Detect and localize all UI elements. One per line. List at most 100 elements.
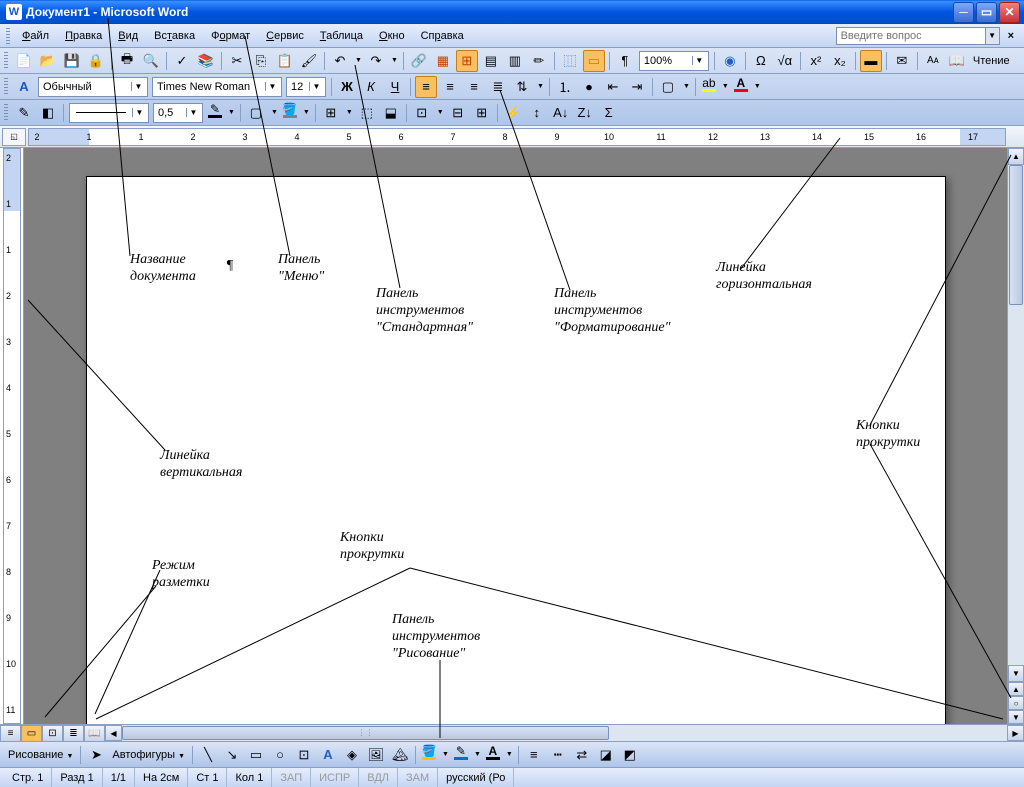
justify-icon[interactable]: ≣ [487,76,509,98]
horizontal-ruler[interactable]: 211234567891011121314151617 [28,128,1006,146]
highlight-dropdown[interactable]: ▼ [720,83,731,90]
superscript-icon[interactable]: x² [805,50,827,72]
fontcolor-dropdown[interactable]: ▼ [752,83,763,90]
diagram-icon[interactable]: ◈ [341,744,363,766]
linespacing-dropdown[interactable]: ▼ [535,83,546,90]
toolbar-grip[interactable] [6,28,10,44]
permission-icon[interactable]: 🔒 [85,50,107,72]
fillcolor-dropdown[interactable]: ▼ [440,751,451,758]
web-layout-button[interactable]: ⊡ [42,725,63,742]
close-button[interactable]: ✕ [999,2,1020,23]
envelope-icon[interactable]: ✉ [891,50,913,72]
italic-icon[interactable]: К [360,76,382,98]
dash-style-icon[interactable]: ┅ [547,744,569,766]
shading-dropdown[interactable]: ▼ [301,109,312,116]
wordart-icon[interactable]: A [317,744,339,766]
scroll-down-button[interactable]: ▼ [1008,665,1024,682]
next-page-button[interactable]: ▼ [1008,710,1024,724]
menu-сервис[interactable]: Сервис [258,27,312,45]
zoom-combo[interactable]: 100%▼ [639,51,709,71]
align-center-icon[interactable]: ≡ [439,76,461,98]
columns-icon[interactable]: ▥ [504,50,526,72]
print-icon[interactable]: 🖶 [116,50,138,72]
spelling-icon[interactable]: ✓ [171,50,193,72]
font-color2-icon[interactable]: A [484,745,502,765]
tables-borders-icon[interactable]: ▦ [432,50,454,72]
sort-desc-icon[interactable]: Z↓ [574,102,596,124]
h-scroll-track[interactable]: ⋮⋮ [122,725,1007,741]
split-cells-icon[interactable]: ⬓ [380,102,402,124]
bold-icon[interactable]: Ж [336,76,358,98]
menu-правка[interactable]: Правка [57,27,110,45]
undo-icon[interactable]: ↶ [329,50,351,72]
font-combo[interactable]: Times New Roman▼ [152,77,282,97]
decrease-indent-icon[interactable]: ⇤ [602,76,624,98]
shadow-icon[interactable]: ◪ [595,744,617,766]
scroll-left-button[interactable]: ◀ [105,725,122,741]
reading-button[interactable]: Чтение [969,55,1014,67]
close-help-button[interactable]: × [1004,30,1018,42]
minimize-button[interactable]: ─ [953,2,974,23]
menu-файл[interactable]: Файл [14,27,57,45]
eraser-icon[interactable]: ◧ [37,102,59,124]
cut-icon[interactable]: ✂ [226,50,248,72]
equation-icon[interactable]: √α [774,50,796,72]
outside-border-icon[interactable]: ▢ [245,102,267,124]
subscript-icon[interactable]: x₂ [829,50,851,72]
clipart-icon[interactable]: 🖼 [365,744,387,766]
print-layout-button[interactable]: ▭ [21,725,42,742]
show-formatting-icon[interactable]: ▭ [583,50,605,72]
scroll-thumb[interactable] [1009,165,1023,305]
research-icon[interactable]: 📚 [195,50,217,72]
styles-pane-icon[interactable]: A [13,76,35,98]
document-page[interactable] [86,176,946,724]
small-caps-icon[interactable]: Aᴀ [922,50,944,72]
picture-icon[interactable]: 🏔 [389,744,411,766]
insert-table-icon[interactable]: ⊞ [456,50,478,72]
rectangle-icon[interactable]: ▭ [245,744,267,766]
line-weight-combo[interactable]: 0,5▼ [153,103,203,123]
menu-таблица[interactable]: Таблица [312,27,371,45]
menu-справка[interactable]: Справка [413,27,472,45]
distribute-cols-icon[interactable]: ⊞ [471,102,493,124]
normal-view-button[interactable]: ≡ [0,725,21,742]
arrow-icon[interactable]: ↘ [221,744,243,766]
drawing-menu[interactable]: Рисование ▼ [4,747,77,763]
line-icon[interactable]: ╲ [197,744,219,766]
help-search-input[interactable] [836,27,986,45]
outline-view-button[interactable]: ≣ [63,725,84,742]
redo-icon[interactable]: ↷ [365,50,387,72]
bullets-icon[interactable]: ⦁ [578,76,600,98]
textbox-icon[interactable]: ⊡ [293,744,315,766]
autoformat-icon[interactable]: ⚡ [502,102,524,124]
oval-icon[interactable]: ○ [269,744,291,766]
font-size-combo[interactable]: 12▼ [286,77,326,97]
vertical-ruler[interactable]: 211234567891011 [0,148,24,724]
h-scroll-thumb[interactable]: ⋮⋮ [122,726,609,740]
arrow-style-icon[interactable]: ⇄ [571,744,593,766]
line-style-icon[interactable]: ≡ [523,744,545,766]
inserttable-dropdown[interactable]: ▼ [344,109,355,116]
menu-вид[interactable]: Вид [110,27,146,45]
hyperlink-icon[interactable]: 🔗 [408,50,430,72]
bordercolor-dropdown[interactable]: ▼ [226,109,237,116]
borders-dropdown[interactable]: ▼ [681,83,692,90]
shading-icon[interactable]: 🪣 [281,103,299,123]
status-ext[interactable]: ВДЛ [359,768,398,787]
undo-dropdown[interactable]: ▼ [353,57,364,64]
underline-icon[interactable]: Ч [384,76,406,98]
autosum-icon[interactable]: Σ [598,102,620,124]
menu-окно[interactable]: Окно [371,27,413,45]
border-color-icon[interactable]: ✎ [206,103,224,123]
increase-indent-icon[interactable]: ⇥ [626,76,648,98]
autoshapes-menu[interactable]: Автофигуры ▼ [108,747,189,763]
merge-cells-icon[interactable]: ⬚ [356,102,378,124]
highlight-icon[interactable]: ab [700,77,718,97]
save-icon[interactable]: 💾 [61,50,83,72]
fill-color-icon[interactable]: 🪣 [420,745,438,765]
align-right-icon[interactable]: ≡ [463,76,485,98]
prev-page-button[interactable]: ▲ [1008,682,1024,696]
insert-excel-icon[interactable]: ▤ [480,50,502,72]
line-style-combo[interactable]: ▼ [69,103,149,123]
show-para-icon[interactable]: ¶ [614,50,636,72]
